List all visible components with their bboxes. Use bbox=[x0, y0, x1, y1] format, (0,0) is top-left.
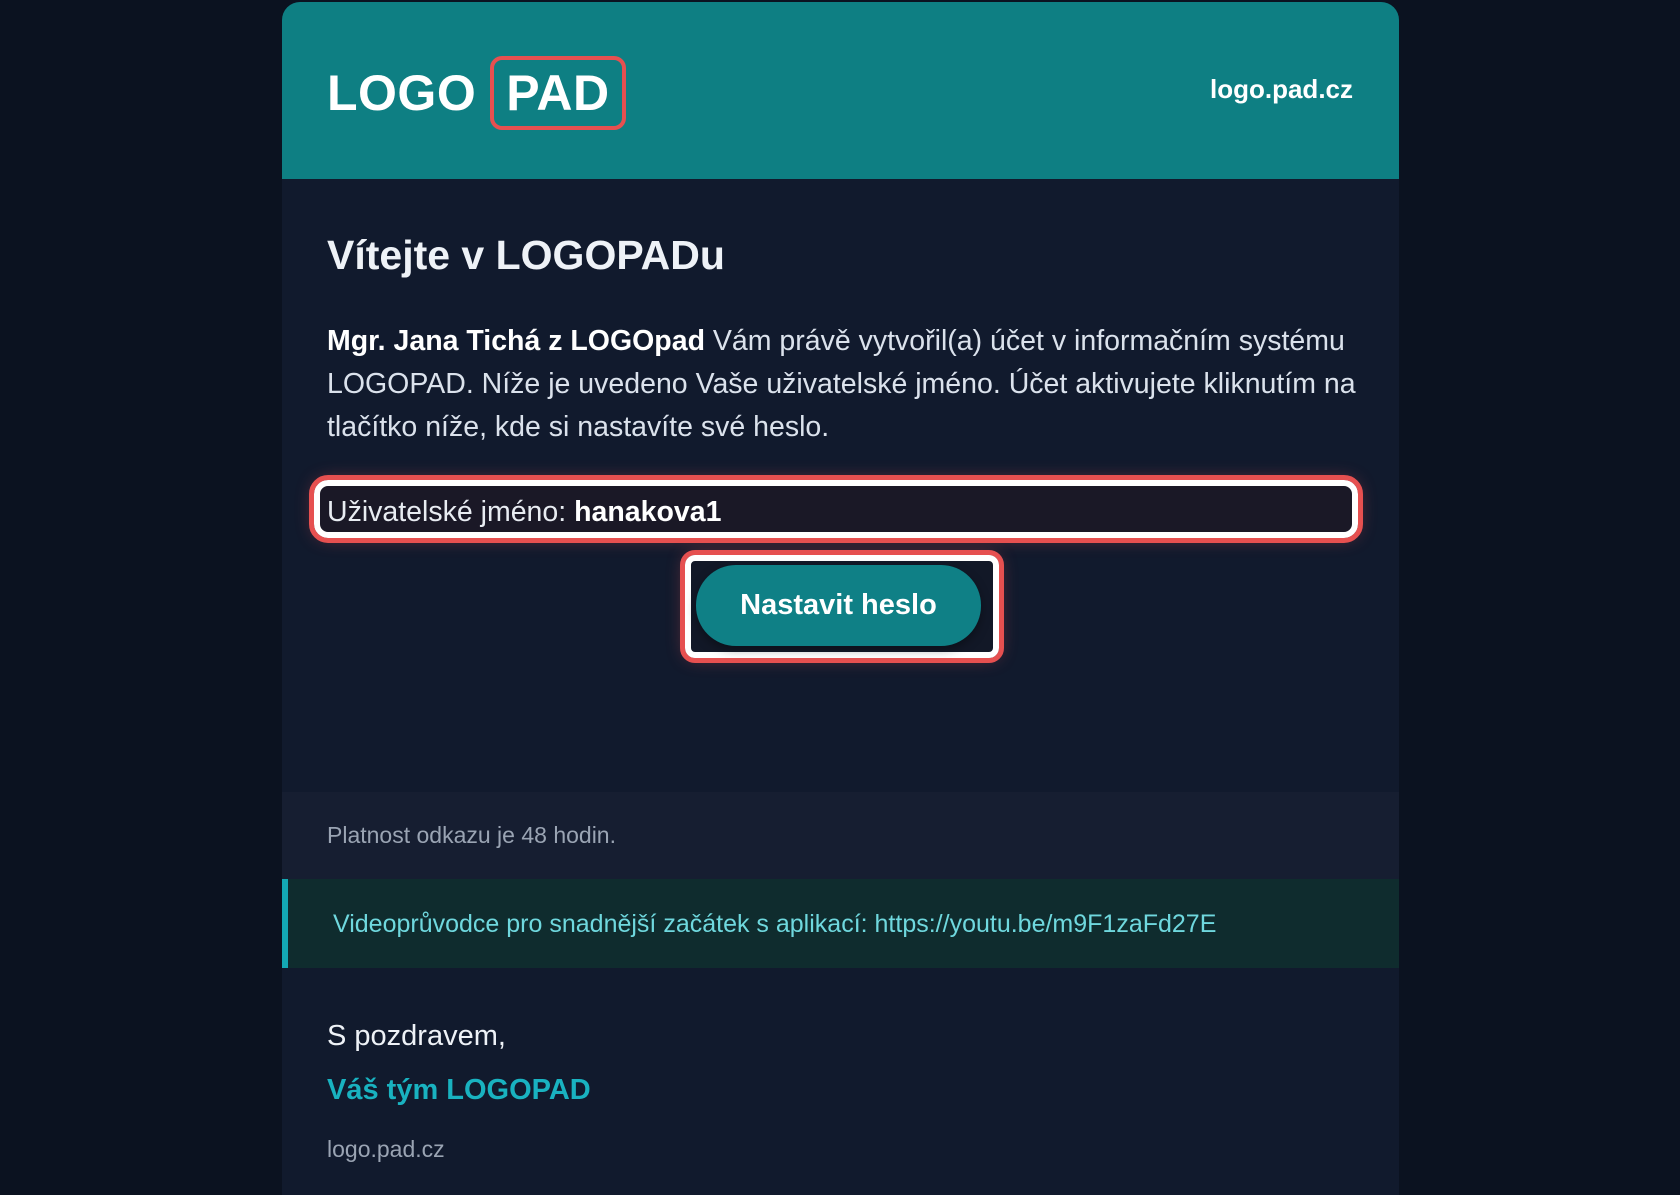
validity-text: Platnost odkazu je 48 hodin. bbox=[327, 822, 616, 848]
signature-team: Váš tým LOGOPAD bbox=[327, 1074, 591, 1106]
email-card: LOGO PAD logo.pad.cz Vítejte v LOGOPADu … bbox=[282, 2, 1399, 1195]
video-guide-link[interactable]: https://youtu.be/m9F1zaFd27E bbox=[875, 910, 1217, 938]
video-guide-prefix: Videoprůvodce pro snadnější začátek s ap… bbox=[333, 910, 875, 938]
welcome-title: Vítejte v LOGOPADu bbox=[327, 232, 725, 278]
username-line: Uživatelské jméno: hanakova1 bbox=[327, 496, 721, 529]
footer-site-link[interactable]: logo.pad.cz bbox=[327, 1136, 445, 1163]
intro-sender: Mgr. Jana Tichá z LOGOpad bbox=[327, 325, 705, 357]
username-value: hanakova1 bbox=[574, 496, 722, 528]
set-password-button[interactable]: Nastavit heslo bbox=[696, 565, 981, 646]
intro-paragraph: Mgr. Jana Tichá z LOGOpad Vám právě vytv… bbox=[327, 320, 1357, 449]
username-label: Uživatelské jméno: bbox=[327, 496, 575, 528]
logo-text-pad-highlighted: PAD bbox=[490, 56, 626, 130]
signature-greeting: S pozdravem, bbox=[327, 1020, 506, 1052]
validity-notice: Platnost odkazu je 48 hodin. bbox=[282, 792, 1399, 879]
email-header: LOGO PAD logo.pad.cz bbox=[282, 2, 1399, 179]
header-site-link[interactable]: logo.pad.cz bbox=[1210, 74, 1353, 105]
video-guide-text: Videoprůvodce pro snadnější začátek s ap… bbox=[333, 910, 1216, 939]
logo: LOGO PAD bbox=[327, 54, 626, 132]
video-guide-notice: Videoprůvodce pro snadnější začátek s ap… bbox=[282, 879, 1399, 968]
logo-text-logo: LOGO bbox=[327, 65, 477, 121]
